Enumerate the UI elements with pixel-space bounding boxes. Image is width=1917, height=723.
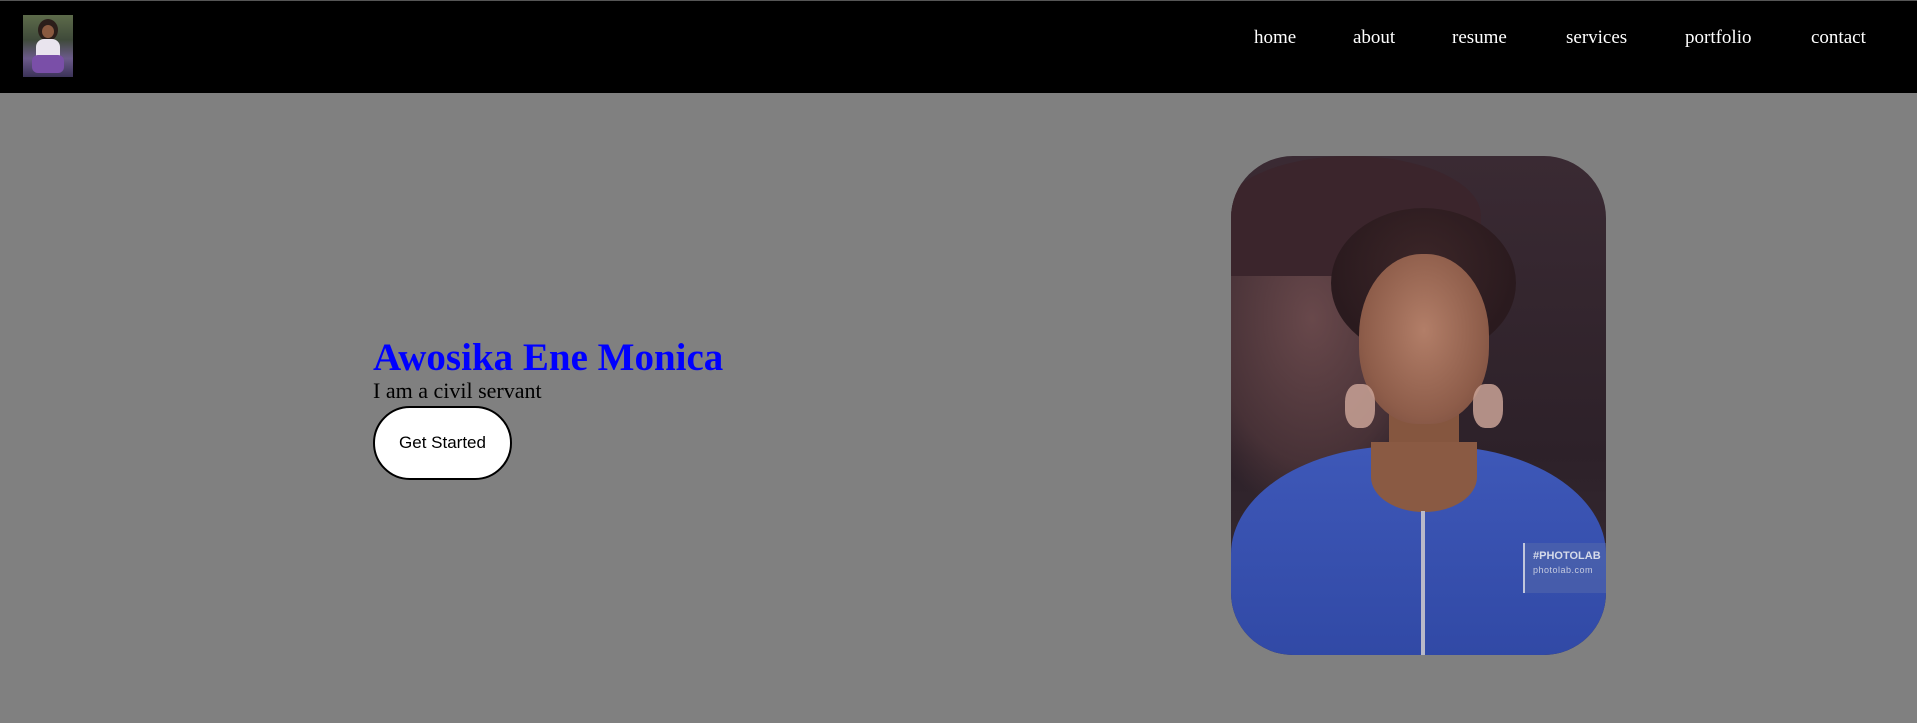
get-started-button[interactable]: Get Started bbox=[373, 406, 512, 480]
watermark-brand: #PHOTOLAB bbox=[1533, 550, 1601, 562]
nav-link-about[interactable]: about bbox=[1353, 27, 1395, 49]
nav-link-home[interactable]: home bbox=[1254, 27, 1296, 49]
logo-face bbox=[42, 25, 54, 38]
hero-tagline: I am a civil servant bbox=[373, 378, 542, 403]
nav-link-contact[interactable]: contact bbox=[1811, 27, 1866, 49]
photolab-watermark: #PHOTOLAB photolab.com bbox=[1523, 543, 1606, 593]
portrait-face bbox=[1359, 254, 1489, 424]
logo-avatar[interactable] bbox=[23, 15, 73, 77]
portrait-earring-right bbox=[1473, 384, 1503, 428]
portrait-neckline bbox=[1371, 442, 1477, 512]
portrait-zipper bbox=[1421, 511, 1425, 655]
nav-link-portfolio[interactable]: portfolio bbox=[1685, 27, 1752, 49]
portrait-earring-left bbox=[1345, 384, 1375, 428]
logo-skirt bbox=[32, 55, 64, 73]
nav-link-resume[interactable]: resume bbox=[1452, 27, 1507, 49]
watermark-url: photolab.com bbox=[1533, 565, 1594, 575]
nav-link-services[interactable]: services bbox=[1566, 27, 1627, 49]
hero-name: Awosika Ene Monica bbox=[373, 336, 724, 379]
portrait-image: #PHOTOLAB photolab.com bbox=[1231, 156, 1606, 655]
navbar: home about resume services portfolio con… bbox=[0, 0, 1917, 93]
